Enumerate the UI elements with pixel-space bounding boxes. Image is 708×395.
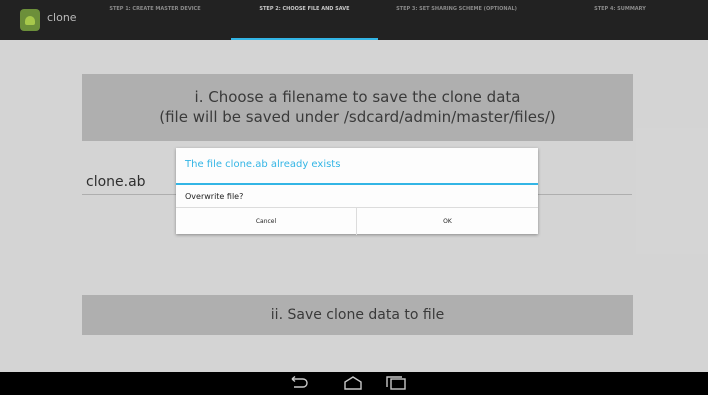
tab-step-4-label: STEP 4: SUMMARY	[594, 6, 646, 12]
back-icon[interactable]	[288, 376, 310, 390]
tab-step-3-label: STEP 3: SET SHARING SCHEME (OPTIONAL)	[396, 6, 517, 12]
dialog-message: Overwrite file?	[185, 192, 244, 201]
tab-step-1[interactable]: STEP 1: CREATE MASTER DEVICE	[80, 0, 230, 40]
app-title: clone	[47, 11, 77, 24]
overwrite-dialog: The file clone.ab already exists Overwri…	[176, 148, 538, 235]
android-icon	[20, 9, 40, 31]
dialog-title: The file clone.ab already exists	[185, 159, 341, 170]
system-nav-bar	[0, 372, 708, 395]
tab-step-3[interactable]: STEP 3: SET SHARING SCHEME (OPTIONAL)	[379, 0, 534, 40]
cancel-button[interactable]: Cancel	[176, 208, 357, 235]
ok-button[interactable]: OK	[357, 208, 538, 235]
dialog-button-row: Cancel OK	[176, 207, 538, 235]
recents-icon[interactable]	[385, 376, 407, 390]
action-bar: clone STEP 1: CREATE MASTER DEVICE STEP …	[0, 0, 708, 40]
dialog-title-divider	[176, 183, 538, 185]
tab-step-2-label: STEP 2: CHOOSE FILE AND SAVE	[259, 6, 350, 12]
home-icon[interactable]	[342, 376, 364, 390]
tab-step-2[interactable]: STEP 2: CHOOSE FILE AND SAVE	[231, 0, 378, 40]
tab-step-4[interactable]: STEP 4: SUMMARY	[535, 0, 705, 40]
tab-step-1-label: STEP 1: CREATE MASTER DEVICE	[109, 6, 201, 12]
